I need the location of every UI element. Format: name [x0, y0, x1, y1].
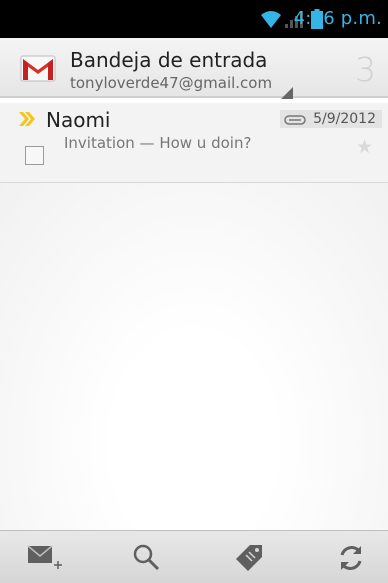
wifi-icon — [260, 9, 282, 33]
importance-marker-icon[interactable] — [18, 111, 36, 131]
refresh-icon[interactable] — [336, 543, 366, 577]
message-sender: Naomi — [46, 108, 111, 132]
labels-icon[interactable] — [234, 543, 264, 577]
compose-icon[interactable] — [27, 543, 65, 577]
status-time: 4:46 p.m. — [293, 8, 382, 29]
gmail-icon — [20, 53, 56, 87]
status-bar: 4:46 p.m. — [0, 0, 388, 38]
message-list-empty-area — [0, 183, 388, 530]
mailbox-title: Bandeja de entrada — [70, 48, 268, 72]
message-checkbox[interactable] — [25, 146, 44, 165]
bottom-action-bar — [0, 530, 388, 583]
message-subject: Invitation — How u doin? — [64, 134, 252, 152]
search-icon[interactable] — [132, 543, 162, 577]
message-date: 5/9/2012 — [279, 110, 382, 129]
attachment-icon — [283, 113, 310, 129]
unread-count: 3 — [355, 50, 376, 89]
inbox-header[interactable]: Bandeja de entrada tonyloverde47@gmail.c… — [0, 38, 388, 99]
dropdown-caret-icon[interactable] — [281, 84, 293, 103]
message-row[interactable]: Naomi 5/9/2012 Invitation — How u doin? … — [0, 103, 388, 183]
star-icon[interactable]: ★ — [356, 136, 373, 158]
message-date-text: 5/9/2012 — [313, 111, 376, 127]
account-selector[interactable]: tonyloverde47@gmail.com — [70, 74, 272, 92]
